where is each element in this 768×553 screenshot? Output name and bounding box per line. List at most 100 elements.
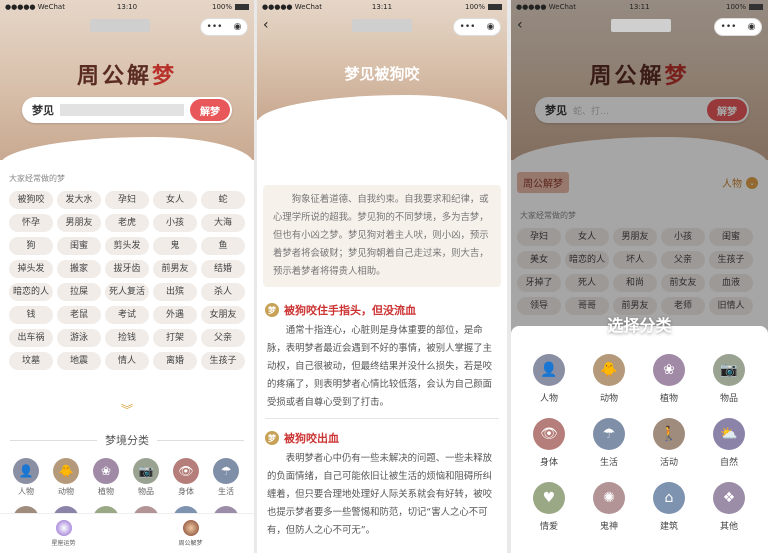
dream-tag[interactable]: 老虎 (105, 214, 149, 232)
search-bar[interactable]: 梦见 解梦 (22, 97, 232, 123)
dream-tag[interactable]: 怀孕 (9, 214, 53, 232)
back-icon[interactable]: ‹ (517, 17, 523, 33)
dream-tag[interactable]: 大海 (201, 214, 245, 232)
dream-tag[interactable]: 闺蜜 (57, 237, 101, 255)
dream-tag[interactable]: 女朋友 (201, 306, 245, 324)
search-input[interactable] (60, 104, 184, 116)
dream-tag[interactable]: 发大水 (57, 191, 101, 209)
more-icon[interactable]: ••• (460, 22, 476, 32)
dream-tag[interactable]: 被狗咬 (9, 191, 53, 209)
dream-tag[interactable]: 剪头发 (105, 237, 149, 255)
dream-tag[interactable]: 鱼 (201, 237, 245, 255)
more-icon[interactable]: ••• (721, 22, 737, 32)
dream-tag[interactable]: 狗 (9, 237, 53, 255)
dream-tag[interactable]: 考试 (105, 306, 149, 324)
dream-tag[interactable]: 出殡 (153, 283, 197, 301)
category-item[interactable]: ☂ 生活 (206, 458, 246, 497)
category-option[interactable]: 👁 身体 (519, 418, 579, 468)
dream-tag[interactable]: 蛇 (201, 191, 245, 209)
dream-tag[interactable]: 女人 (153, 191, 197, 209)
dream-tag[interactable]: 捡钱 (105, 329, 149, 347)
category-option[interactable]: ♥ 情爱 (519, 482, 579, 532)
dream-tag[interactable]: 生孩子 (201, 352, 245, 370)
category-option[interactable]: ⌂ 建筑 (639, 482, 699, 532)
interpret-button[interactable]: 解梦 (190, 99, 230, 121)
dream-tag[interactable]: 离婚 (153, 352, 197, 370)
clock: 13:11 (371, 3, 393, 11)
category-option[interactable]: ✺ 鬼神 (579, 482, 639, 532)
tab-horoscope[interactable]: 星座运势 (0, 514, 127, 553)
section-2-title: 梦被狗咬出血 (257, 430, 507, 446)
dream-tag[interactable]: 外遇 (153, 306, 197, 324)
intro-card: 狗象征着道德、自我约束。自我要求和纪律，或心理学所说的超我。梦见狗的不同梦境，多… (263, 185, 501, 287)
popular-tags: 被狗咬 发大水 孕妇 女人蛇怀孕 男朋友 老虎 小孩 大海狗闺蜜 剪头发鬼鱼掉头发 搬家 拔牙齿 前男… (0, 189, 254, 373)
dream-tag[interactable]: 老鼠 (57, 306, 101, 324)
category-icon: 👤 (533, 354, 565, 386)
category-option-label: 身体 (539, 458, 558, 468)
nav-title-blurred (611, 19, 671, 32)
mini-program-capsule[interactable]: ••• ◉ (200, 18, 248, 36)
category-item[interactable]: 🐥 动物 (46, 458, 86, 497)
category-item[interactable]: 📷 物品 (126, 458, 166, 497)
category-option[interactable]: 🐥 动物 (579, 354, 639, 404)
sheet-title: 选择分类 (607, 316, 672, 335)
category-item[interactable]: 👁 身体 (166, 458, 206, 497)
dream-tag[interactable]: 拉屎 (57, 283, 101, 301)
category-options: 👤 人物 🐥 动物 ❀ 植物 📷 物品 👁 身体 ☂ 生活 🚶 活动 ⛅ 自然 ♥ 情爱 ✺ 鬼神 ⌂ 建筑 ❖ 其他 (511, 326, 768, 546)
category-option[interactable]: 📷 物品 (699, 354, 759, 404)
close-target-icon[interactable]: ◉ (234, 22, 242, 32)
dream-tag[interactable]: 孕妇 (105, 191, 149, 209)
dream-tag[interactable]: 地震 (57, 352, 101, 370)
category-option-label: 其他 (719, 522, 738, 532)
dream-tag[interactable]: 前男友 (153, 260, 197, 278)
dream-tag[interactable]: 打架 (153, 329, 197, 347)
mini-program-capsule[interactable]: ••• ◉ (714, 18, 762, 36)
dream-tag[interactable]: 小孩 (153, 214, 197, 232)
category-option[interactable]: ☂ 生活 (579, 418, 639, 468)
dream-tag[interactable]: 坟墓 (9, 352, 53, 370)
more-icon[interactable]: ••• (207, 22, 223, 32)
dream-tag[interactable]: 搬家 (57, 260, 101, 278)
category-option[interactable]: 👤 人物 (519, 354, 579, 404)
dream-tag[interactable]: 父亲 (201, 329, 245, 347)
dream-tag[interactable]: 鬼 (153, 237, 197, 255)
tab-bar: 星座运势 周公解梦 (0, 513, 254, 553)
category-icon: 👁 (533, 418, 565, 450)
category-option[interactable]: ❖ 其他 (699, 482, 759, 532)
close-target-icon[interactable]: ◉ (487, 22, 495, 32)
back-icon[interactable]: ‹ (263, 17, 269, 33)
category-icon: 🐥 (53, 458, 79, 484)
dream-tag[interactable]: 情人 (105, 352, 149, 370)
dream-tag[interactable]: 死人复活 (105, 283, 149, 301)
battery-icon (488, 4, 502, 10)
dream-tag[interactable]: 出车祸 (9, 329, 53, 347)
category-option[interactable]: ❀ 植物 (639, 354, 699, 404)
category-item[interactable]: 👤 人物 (6, 458, 46, 497)
category-icon: ❀ (653, 354, 685, 386)
close-target-icon[interactable]: ◉ (748, 22, 756, 32)
tab-dream[interactable]: 周公解梦 (127, 514, 254, 553)
category-option[interactable]: 🚶 活动 (639, 418, 699, 468)
dream-section-icon: 梦 (265, 431, 279, 445)
dream-tag[interactable]: 结婚 (201, 260, 245, 278)
category-icon: 📷 (133, 458, 159, 484)
dream-tag[interactable]: 暗恋的人 (9, 283, 53, 301)
category-option-label: 生活 (599, 458, 618, 468)
category-icon: ❀ (93, 458, 119, 484)
mini-program-capsule[interactable]: ••• ◉ (453, 18, 501, 36)
category-option-label: 人物 (539, 394, 558, 404)
dream-tag[interactable]: 游泳 (57, 329, 101, 347)
status-bar: ●●●●● WeChat 13:11 100% (257, 0, 507, 14)
category-icon: ✺ (593, 482, 625, 514)
category-item[interactable]: ❀ 植物 (86, 458, 126, 497)
dream-tag[interactable]: 杀人 (201, 283, 245, 301)
dream-tag[interactable]: 拔牙齿 (105, 260, 149, 278)
detail-title: 梦见被狗咬 (344, 65, 420, 83)
dream-tag[interactable]: 男朋友 (57, 214, 101, 232)
category-option[interactable]: ⛅ 自然 (699, 418, 759, 468)
category-label: 人物 (18, 487, 34, 496)
chevron-double-down-icon[interactable]: ︾ (0, 401, 254, 418)
dream-tag[interactable]: 钱 (9, 306, 53, 324)
status-bar: ●●●●● WeChat 13:10 100% (0, 0, 254, 14)
dream-tag[interactable]: 掉头发 (9, 260, 53, 278)
